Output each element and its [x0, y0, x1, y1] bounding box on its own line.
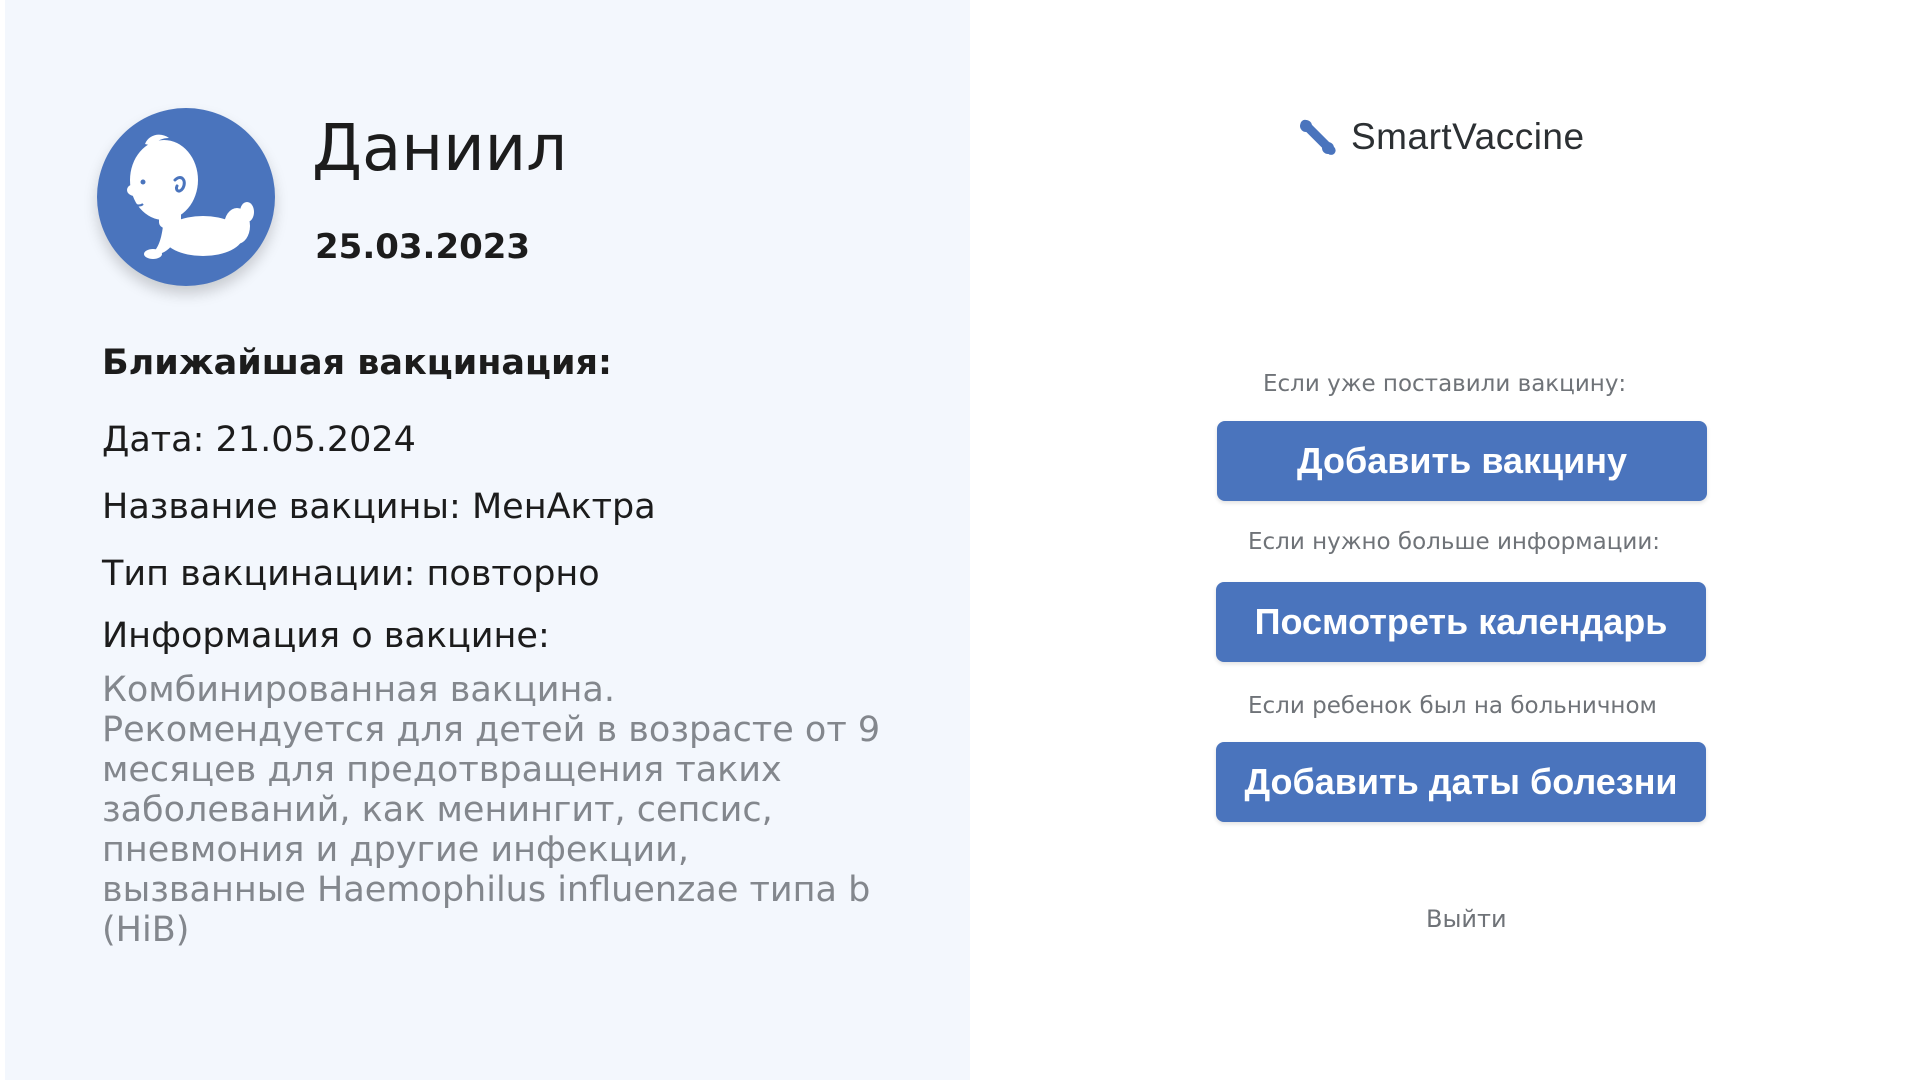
vaccination-date: Дата: 21.05.2024: [102, 420, 416, 460]
child-profile-panel: Даниил 25.03.2023 Ближайшая вакцинация: …: [5, 0, 970, 1080]
child-name: Даниил: [312, 112, 568, 186]
child-avatar: [97, 108, 275, 286]
hint-add-vaccine: Если уже поставили вакцину:: [1263, 371, 1627, 397]
next-vaccination-heading: Ближайшая вакцинация:: [102, 343, 612, 383]
app-screen: Даниил 25.03.2023 Ближайшая вакцинация: …: [0, 0, 1920, 1080]
view-calendar-button[interactable]: Посмотреть календарь: [1216, 582, 1706, 662]
vaccination-type: Тип вакцинации: повторно: [102, 554, 600, 594]
hint-calendar: Если нужно больше информации:: [1248, 529, 1661, 555]
add-sick-dates-button[interactable]: Добавить даты болезни: [1216, 742, 1706, 822]
child-birthdate: 25.03.2023: [315, 227, 531, 267]
add-vaccine-button[interactable]: Добавить вакцину: [1217, 421, 1707, 501]
baby-crawling-icon: [127, 134, 254, 259]
brand-header: SmartVaccine: [1297, 116, 1585, 158]
vaccine-description: Комбинированная вакцина. Рекомендуется д…: [102, 670, 881, 950]
vaccine-name: Название вакцины: МенАктра: [102, 487, 656, 527]
percent-logo-icon: [1300, 119, 1336, 155]
vaccine-info-heading: Информация о вакцине:: [102, 616, 550, 656]
brand-name: SmartVaccine: [1351, 116, 1585, 157]
hint-sick-dates: Если ребенок был на больничном: [1248, 693, 1657, 719]
logout-link[interactable]: Выйти: [1426, 905, 1507, 933]
